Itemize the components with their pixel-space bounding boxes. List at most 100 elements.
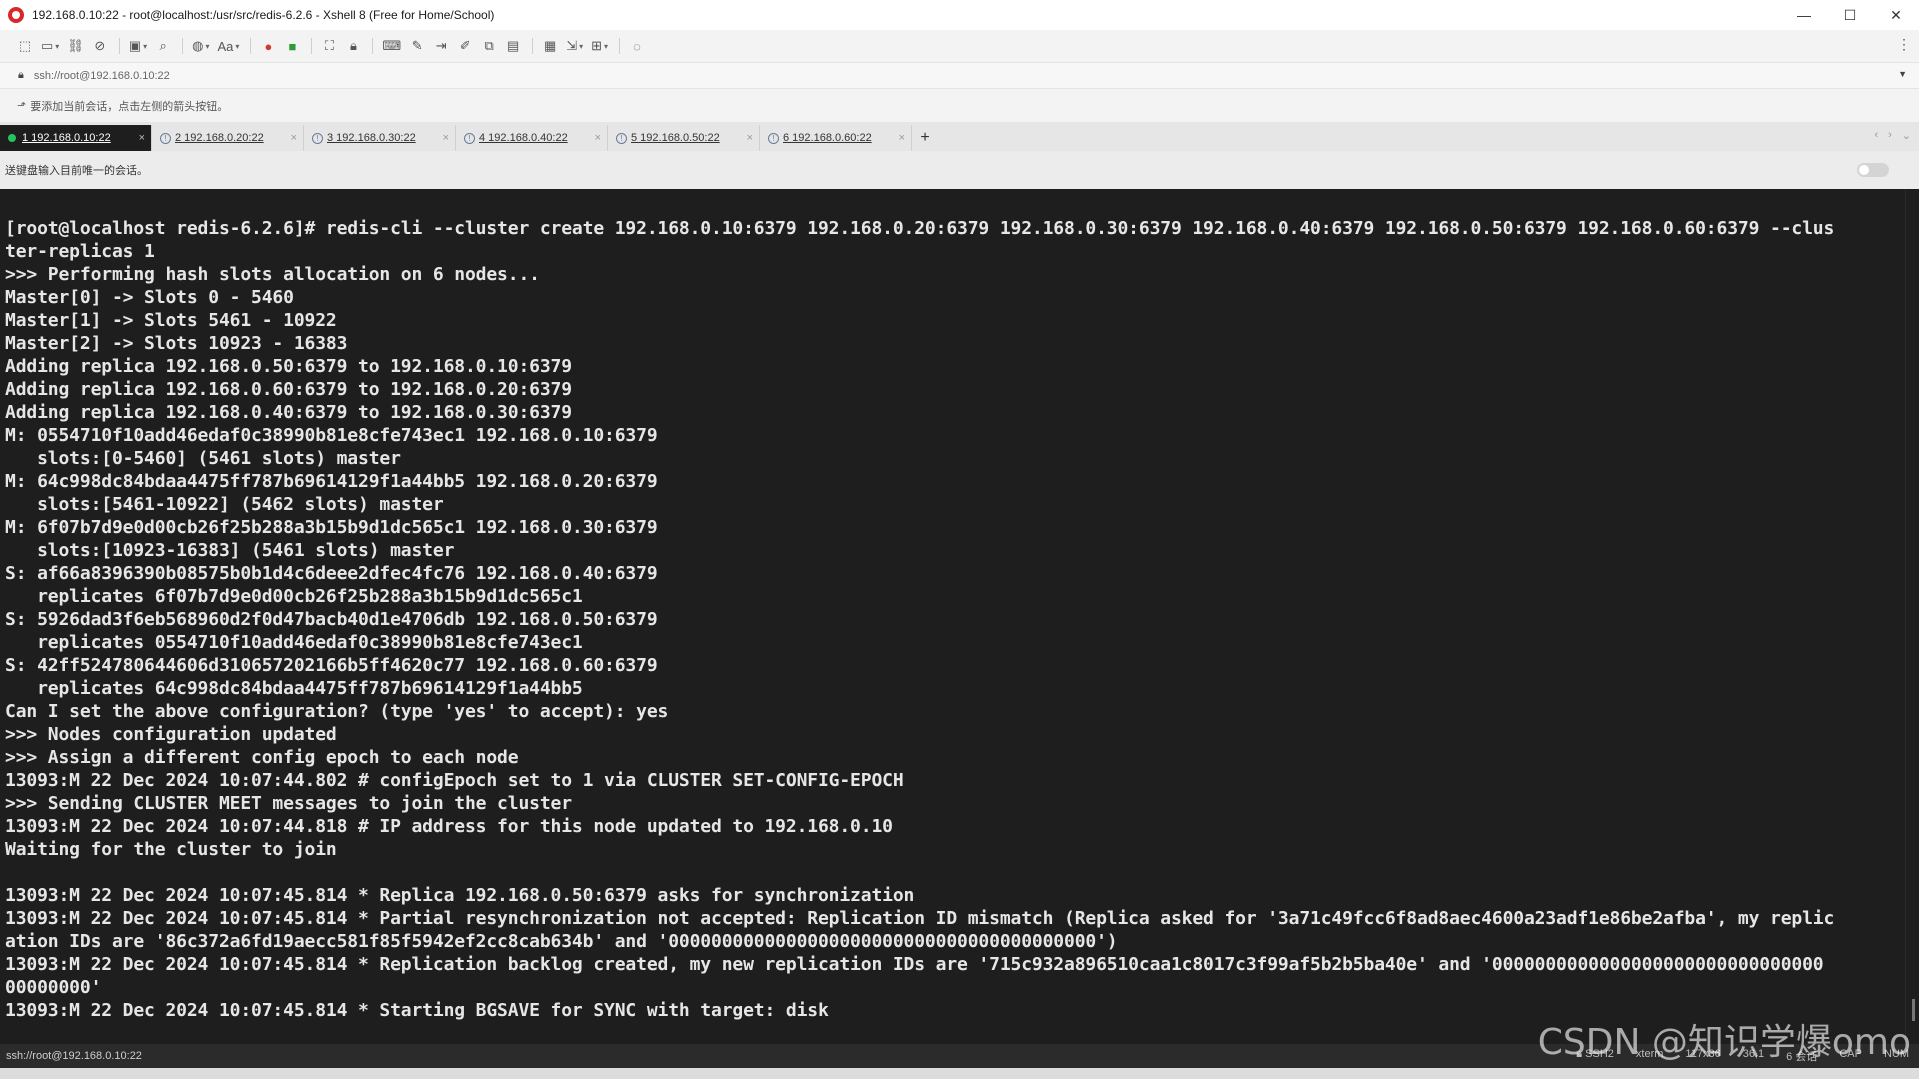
- terminal-line: >>> Sending CLUSTER MEET messages to joi…: [5, 793, 572, 814]
- scrollbar-thumb[interactable]: [1912, 999, 1915, 1021]
- terminal-line: M: 6f07b7d9e0d00cb26f25b288a3b15b9d1dc56…: [5, 517, 658, 538]
- maximize-button[interactable]: ☐: [1827, 0, 1873, 30]
- tab-close-icon[interactable]: ×: [139, 132, 145, 144]
- tab-prev-icon[interactable]: ‹: [1874, 129, 1878, 142]
- globe-icon[interactable]: ◍ ▾: [189, 35, 212, 57]
- add-tab-button[interactable]: +: [912, 125, 938, 151]
- toolbar-separator: [619, 38, 621, 54]
- inactive-status-icon: !: [160, 132, 171, 144]
- find-icon[interactable]: ⌕: [152, 35, 174, 57]
- terminal-line: 00000000': [5, 977, 102, 998]
- transfer-icon[interactable]: ⇲ ▾: [563, 35, 586, 57]
- horizontal-scrollbar[interactable]: [0, 1068, 1919, 1079]
- compose-icon[interactable]: ⧉: [478, 35, 500, 57]
- terminal-line: Master[1] -> Slots 5461 - 10922: [5, 310, 337, 331]
- dropdown-caret-icon[interactable]: ▾: [143, 42, 147, 51]
- tab-label: 4 192.168.0.40:22: [479, 132, 568, 144]
- address-input[interactable]: [33, 69, 1834, 82]
- terminal-line: S: 42ff524780644606d310657202166b5ff4620…: [5, 655, 658, 676]
- terminal-line: >>> Assign a different config epoch to e…: [5, 747, 519, 768]
- session-hint-text: 要添加当前会话，点击左侧的箭头按钮。: [30, 100, 229, 113]
- lock-icon[interactable]: 🔒︎: [342, 35, 364, 57]
- session-tab[interactable]: ! 3 192.168.0.30:22 ×: [304, 125, 456, 151]
- terminal-line: slots:[0-5460] (5461 slots) master: [5, 448, 401, 469]
- send-icon[interactable]: ⇥: [430, 35, 452, 57]
- new-session-icon[interactable]: ⬚: [14, 35, 36, 57]
- tab-label: 2 192.168.0.20:22: [175, 132, 264, 144]
- tab-label: 3 192.168.0.30:22: [327, 132, 416, 144]
- dropdown-caret-icon[interactable]: ▾: [235, 42, 239, 51]
- send-target-text: 送键盘输入目前唯一的会话。: [5, 165, 148, 177]
- address-dropdown-icon[interactable]: ▼: [1898, 69, 1907, 79]
- terminal-line: 13093:M 22 Dec 2024 10:07:44.818 # IP ad…: [5, 816, 893, 837]
- dropdown-caret-icon[interactable]: ▾: [604, 42, 608, 51]
- title-bar: 192.168.0.10:22 - root@localhost:/usr/sr…: [0, 0, 1919, 30]
- toolbar-separator: [182, 38, 184, 54]
- terminal-line: replicates 64c998dc84bdaa4475ff787b69614…: [5, 678, 583, 699]
- window-title: 192.168.0.10:22 - root@localhost:/usr/sr…: [32, 8, 495, 22]
- terminal-line: slots:[5461-10922] (5462 slots) master: [5, 494, 444, 515]
- terminal-output[interactable]: [root@localhost redis-6.2.6]# redis-cli …: [0, 189, 1905, 1044]
- status-connection: ssh://root@192.168.0.10:22: [6, 1050, 142, 1062]
- session-hint-bar: ⬏ 要添加当前会话，点击左侧的箭头按钮。: [0, 89, 1919, 122]
- toolbar-more-icon[interactable]: ⋮: [1897, 36, 1911, 53]
- window-controls: — ☐ ✕: [1781, 0, 1919, 30]
- inactive-status-icon: !: [768, 132, 779, 144]
- toolbar-separator: [311, 38, 313, 54]
- minimize-button[interactable]: —: [1781, 0, 1827, 30]
- dropdown-caret-icon[interactable]: ▾: [55, 42, 59, 51]
- send-toggle[interactable]: [1857, 163, 1889, 177]
- tab-close-icon[interactable]: ×: [443, 132, 449, 144]
- tab-next-icon[interactable]: ›: [1888, 129, 1892, 142]
- address-bar: 🔒︎ ▼: [0, 63, 1919, 89]
- session-tab[interactable]: ! 6 192.168.0.60:22 ×: [760, 125, 912, 151]
- xftp-icon[interactable]: ■: [281, 35, 303, 57]
- layout-icon[interactable]: ⊞ ▾: [588, 35, 611, 57]
- close-button[interactable]: ✕: [1873, 0, 1919, 30]
- xshell-icon[interactable]: ●: [257, 35, 279, 57]
- disconnect-icon[interactable]: ⊘: [89, 35, 111, 57]
- xshell-logo-icon: [8, 7, 24, 23]
- tab-list-icon[interactable]: ⌄: [1902, 129, 1911, 142]
- terminal-line: M: 0554710f10add46edaf0c38990b81e8cfe743…: [5, 425, 658, 446]
- csdn-watermark: CSDN @知识学爆omo: [1537, 1022, 1911, 1063]
- toolbar-separator: [372, 38, 374, 54]
- tunnel-icon[interactable]: ▦: [539, 35, 561, 57]
- tile-icon[interactable]: ▤: [502, 35, 524, 57]
- compose-send-bar: 送键盘输入目前唯一的会话。: [0, 151, 1919, 189]
- dropdown-caret-icon[interactable]: ▾: [579, 42, 583, 51]
- dropdown-caret-icon[interactable]: ▾: [205, 42, 209, 51]
- terminal-scrollbar[interactable]: [1905, 189, 1919, 1044]
- terminal-line: Waiting for the cluster to join: [5, 839, 337, 860]
- keyboard-icon[interactable]: ⌨: [379, 35, 404, 57]
- terminal-line: Adding replica 192.168.0.40:6379 to 192.…: [5, 402, 572, 423]
- font-icon[interactable]: Aa ▾: [215, 35, 243, 57]
- script-icon[interactable]: ✐: [454, 35, 476, 57]
- terminal-line: M: 64c998dc84bdaa4475ff787b69614129f1a44…: [5, 471, 658, 492]
- session-tab[interactable]: ! 2 192.168.0.20:22 ×: [152, 125, 304, 151]
- terminal-line: Adding replica 192.168.0.50:6379 to 192.…: [5, 356, 572, 377]
- tab-close-icon[interactable]: ×: [899, 132, 905, 144]
- session-tab[interactable]: ! 4 192.168.0.40:22 ×: [456, 125, 608, 151]
- inactive-status-icon: !: [616, 132, 627, 144]
- terminal-line: Master[0] -> Slots 0 - 5460: [5, 287, 294, 308]
- tab-label: 6 192.168.0.60:22: [783, 132, 872, 144]
- session-tab[interactable]: 1 192.168.0.10:22 ×: [0, 125, 152, 151]
- terminal-line: replicates 0554710f10add46edaf0c38990b81…: [5, 632, 583, 653]
- tab-close-icon[interactable]: ×: [595, 132, 601, 144]
- add-session-arrow-icon[interactable]: ⬏: [17, 99, 26, 112]
- terminal-line: S: 5926dad3f6eb568960d2f0d47bacb40d1e470…: [5, 609, 658, 630]
- toolbar: ⬚ ▭ ▾ ⛓ ⊘ ▣ ▾ ⌕ ◍ ▾ Aa ▾ ● ■ ⛶ 🔒︎ ⌨ ✎ ⇥ ✐ ⧉ ▤ ▦ ⇲ ▾ ⊞ ▾ ◌ ⋮: [0, 30, 1919, 63]
- tab-close-icon[interactable]: ×: [747, 132, 753, 144]
- terminal-line: 13093:M 22 Dec 2024 10:07:45.814 * Repli…: [5, 954, 1824, 975]
- terminal-line: ter-replicas 1: [5, 241, 155, 262]
- open-session-icon[interactable]: ▭ ▾: [38, 35, 62, 57]
- session-tab[interactable]: ! 5 192.168.0.50:22 ×: [608, 125, 760, 151]
- tab-close-icon[interactable]: ×: [291, 132, 297, 144]
- reconnect-icon[interactable]: ⛓: [64, 35, 87, 57]
- help-icon[interactable]: ◌: [626, 35, 648, 57]
- fullscreen-icon[interactable]: ⛶: [318, 35, 340, 57]
- new-tab-icon[interactable]: ▣ ▾: [126, 35, 150, 57]
- highlight-icon[interactable]: ✎: [406, 35, 428, 57]
